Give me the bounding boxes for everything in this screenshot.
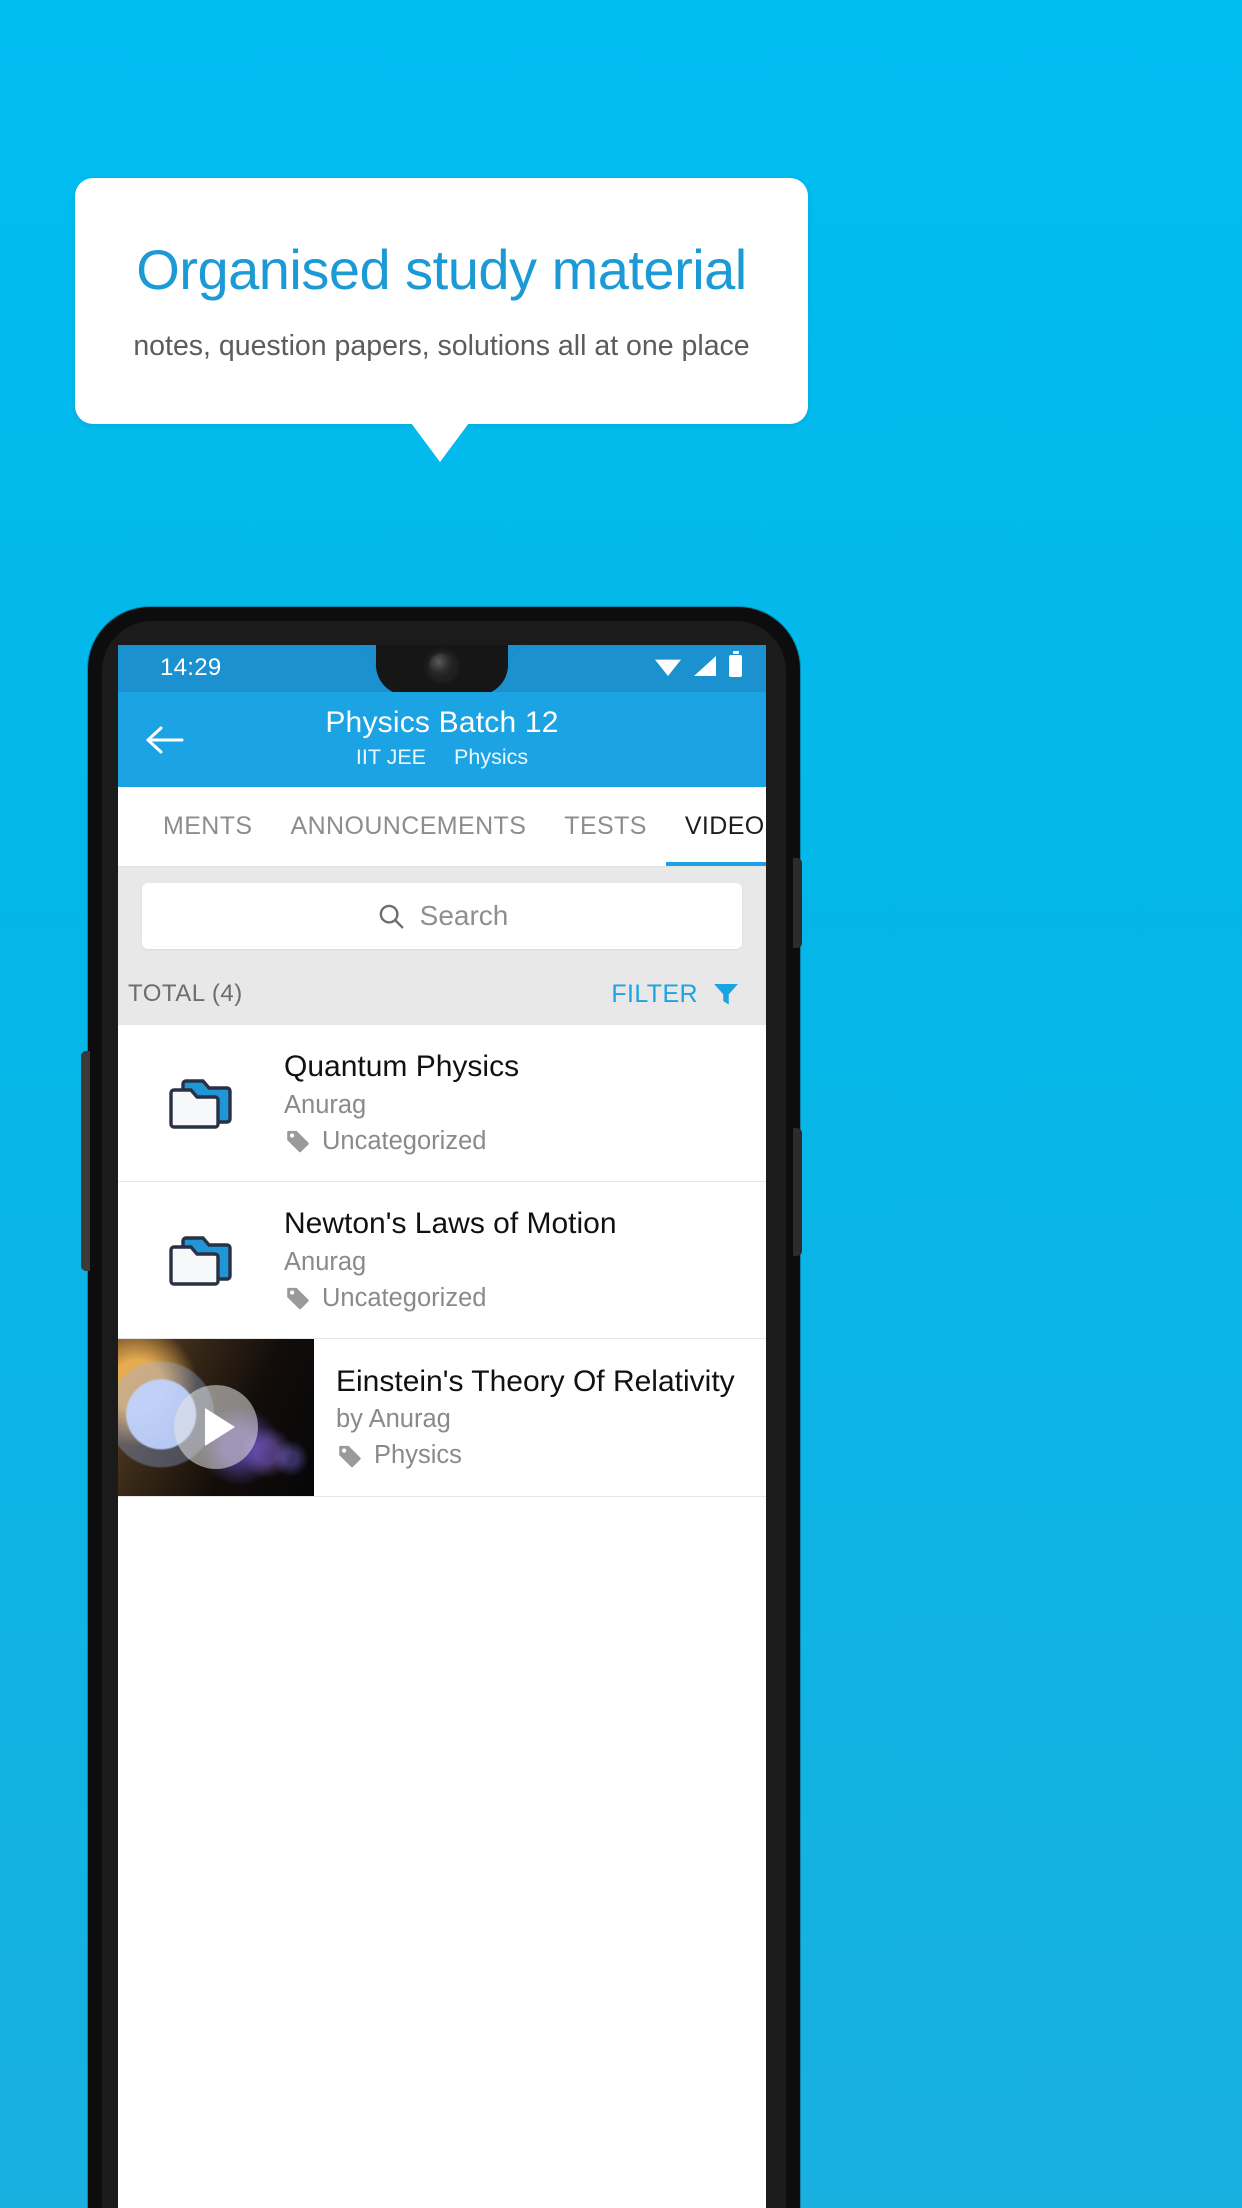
search-area: Search [118, 867, 766, 963]
item-title: Newton's Laws of Motion [284, 1207, 617, 1241]
play-icon[interactable] [174, 1384, 258, 1469]
breadcrumb-exam: IIT JEE [355, 745, 427, 769]
folder-icon [118, 1074, 284, 1132]
battery-icon [729, 651, 742, 677]
item-tag: Uncategorized [322, 1126, 487, 1155]
page-title: Physics Batch 12 [325, 706, 559, 739]
phone-power-button[interactable] [793, 858, 802, 948]
row-content: Newton's Laws of Motion Anurag Uncategor… [284, 1207, 766, 1313]
status-bar: 14:29 [118, 645, 766, 695]
search-input[interactable]: Search [142, 883, 742, 949]
video-thumbnail[interactable] [118, 1339, 314, 1496]
row-content: Quantum Physics Anurag Uncategorized [284, 1050, 766, 1156]
notch-left-curve [350, 645, 376, 671]
item-title: Quantum Physics [284, 1050, 520, 1084]
tab-bar: MENTS ANNOUNCEMENTS TESTS VIDEOS [118, 787, 766, 867]
phone-volume-button[interactable] [793, 1128, 802, 1256]
breadcrumb: IIT JEE Physics [118, 745, 766, 770]
funnel-icon [714, 984, 738, 1005]
search-placeholder: Search [419, 900, 509, 931]
promo-card-tail [411, 423, 469, 462]
signal-icon [694, 656, 716, 676]
folder-icon [118, 1231, 284, 1289]
app-bar: Physics Batch 12 IIT JEE Physics [118, 692, 766, 787]
tag-icon [339, 1445, 361, 1467]
search-icon [379, 904, 404, 929]
status-time: 14:29 [160, 654, 222, 681]
app-bar-titles: Physics Batch 12 IIT JEE Physics [118, 706, 766, 770]
promo-subtitle: notes, question papers, solutions all at… [133, 330, 750, 363]
tab-videos[interactable]: VIDEOS [665, 787, 766, 866]
item-author: Anurag [284, 1247, 367, 1276]
filter-button[interactable]: FILTER [611, 979, 742, 1009]
phone-left-button[interactable] [81, 1051, 90, 1271]
promo-card: Organised study material notes, question… [75, 178, 808, 424]
item-tag: Physics [374, 1441, 462, 1470]
notch-right-curve [508, 645, 534, 671]
tab-tests[interactable]: TESTS [545, 787, 666, 866]
item-title: Einstein's Theory Of Relativity [336, 1364, 735, 1398]
table-row[interactable]: Quantum Physics Anurag Uncategorized [118, 1025, 766, 1182]
front-camera-icon [429, 653, 455, 679]
list-header: TOTAL (4) FILTER [118, 963, 766, 1025]
item-tag-line: Uncategorized [284, 1127, 752, 1156]
wifi-icon [655, 659, 681, 676]
item-author: Anurag [284, 1090, 367, 1119]
total-count-label: TOTAL (4) [128, 980, 243, 1007]
status-icon-group [655, 651, 742, 677]
table-row[interactable]: Newton's Laws of Motion Anurag Uncategor… [118, 1182, 766, 1339]
phone-screen: 14:29 Physics Batch 12 IIT JEE Physics M… [118, 645, 766, 2208]
play-triangle [205, 1407, 235, 1446]
camera-notch [376, 645, 508, 695]
item-author: by Anurag [336, 1405, 451, 1434]
item-tag-line: Physics [336, 1441, 752, 1470]
item-tag-line: Uncategorized [284, 1284, 752, 1313]
promo-title: Organised study material [136, 237, 747, 301]
breadcrumb-subject: Physics [454, 745, 529, 769]
row-content: Einstein's Theory Of Relativity by Anura… [314, 1339, 766, 1496]
tab-announcements[interactable]: ANNOUNCEMENTS [272, 787, 546, 866]
item-tag: Uncategorized [322, 1283, 487, 1312]
tag-icon [287, 1131, 309, 1153]
tag-icon [287, 1288, 309, 1310]
filter-label: FILTER [611, 979, 698, 1008]
table-row[interactable]: Einstein's Theory Of Relativity by Anura… [118, 1339, 766, 1497]
tab-ments[interactable]: MENTS [144, 787, 272, 866]
